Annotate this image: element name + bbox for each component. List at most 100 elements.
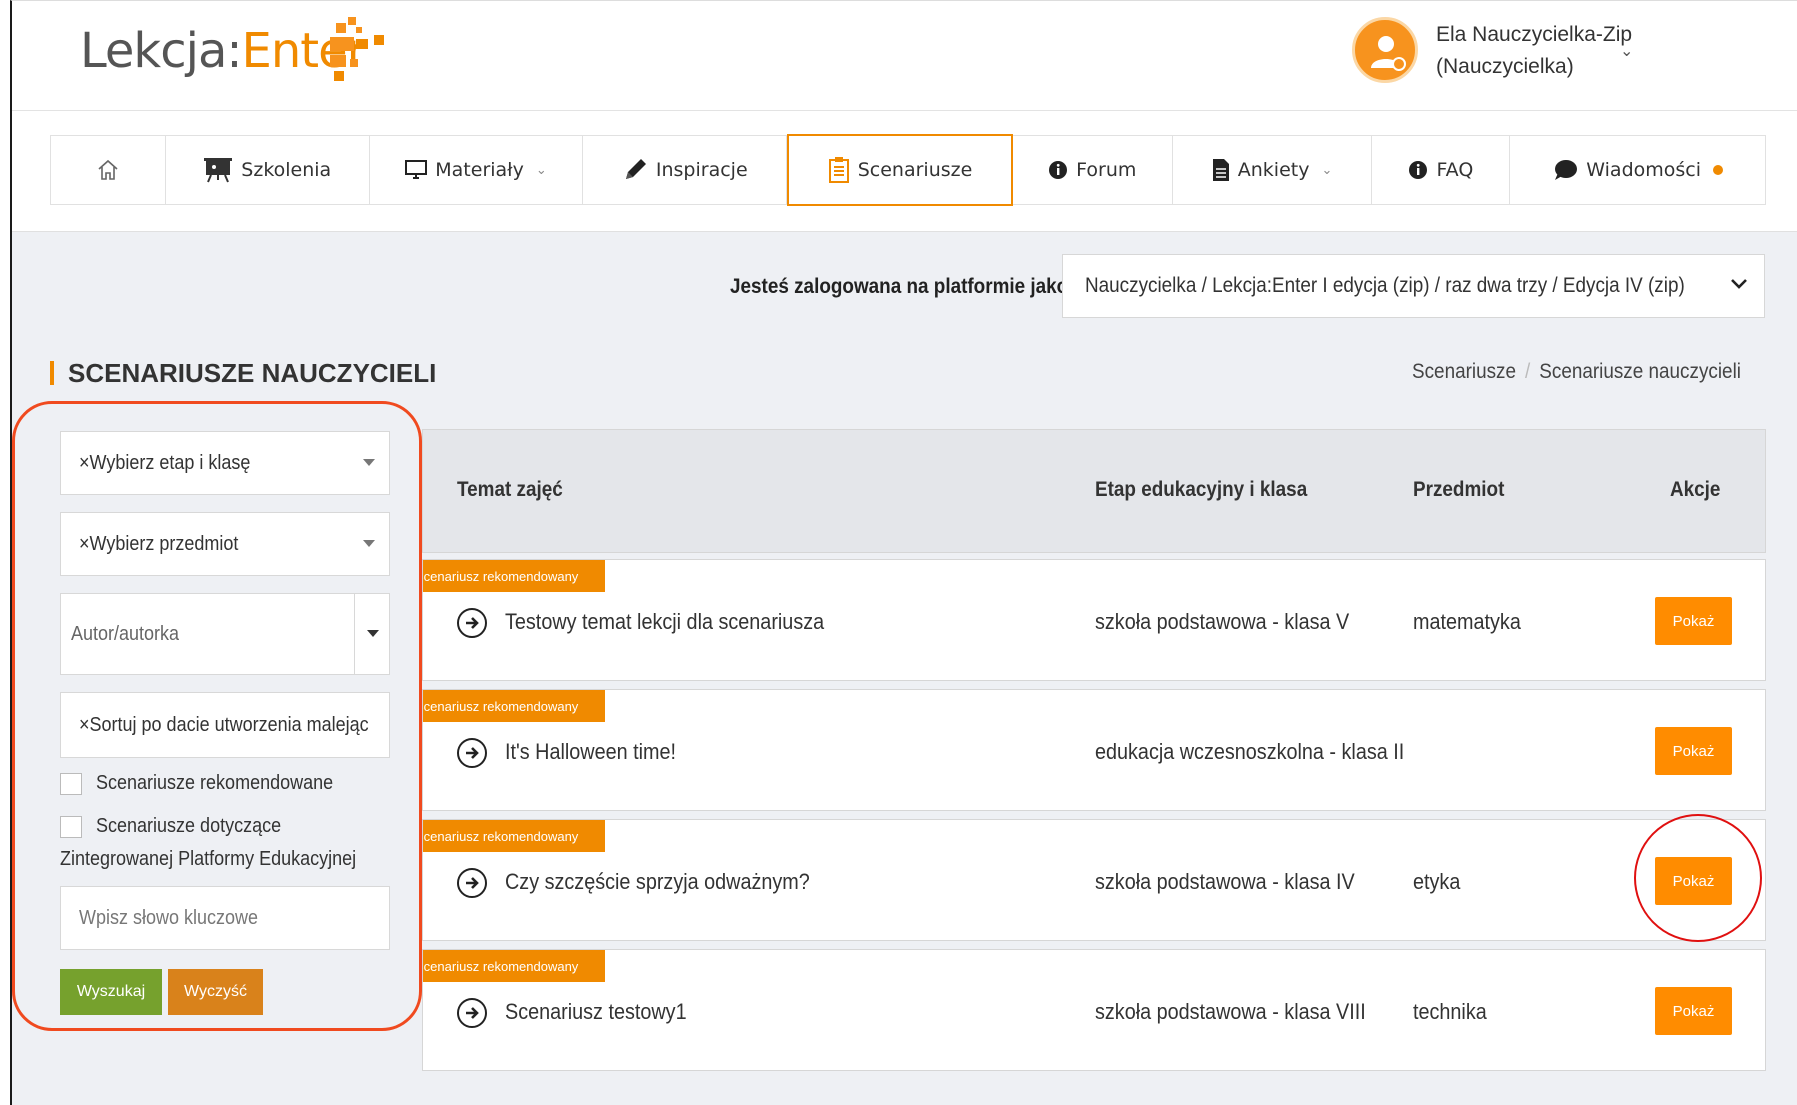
user-role: (Nauczycielka) <box>1436 55 1574 78</box>
breadcrumb-separator: / <box>1525 360 1531 383</box>
user-avatar[interactable] <box>1352 17 1418 83</box>
notification-dot <box>1713 165 1724 175</box>
logo-pixel-mark-icon <box>330 17 384 81</box>
row-subject: matematyka <box>1413 609 1521 634</box>
checkbox-box[interactable] <box>60 772 82 795</box>
checkbox-label: Scenariusze dotyczące <box>96 815 282 838</box>
sort-select[interactable]: ×Sortuj po dacie utworzenia malejąc <box>60 692 390 758</box>
nav-label: FAQ <box>1436 159 1474 181</box>
arrow-right-circle-icon[interactable] <box>457 998 487 1028</box>
stage-class-select-value: ×Wybierz etap i klasę <box>79 451 251 474</box>
dropdown-arrow-icon[interactable] <box>367 630 379 637</box>
column-header-topic: Temat zajęć <box>457 478 563 501</box>
table-row: Scenariusz rekomendowany It's Halloween … <box>422 689 1766 811</box>
stage-class-select[interactable]: ×Wybierz etap i klasę <box>60 431 390 495</box>
show-button[interactable]: Pokaż <box>1655 727 1732 775</box>
row-topic: Testowy temat lekcji dla scenariusza <box>505 609 825 634</box>
chevron-down-icon <box>1730 273 1748 296</box>
home-icon <box>98 159 118 180</box>
page-title: SCENARIUSZE NAUCZYCIELI <box>68 358 437 388</box>
browser-viewport: Lekcja:Enter Ela Nauczycielka-Zip (Naucz… <box>10 0 1797 1105</box>
recommended-badge: Scenariusz rekomendowany <box>423 950 605 982</box>
subject-select[interactable]: ×Wybierz przedmiot <box>60 512 390 576</box>
chevron-down-icon[interactable]: ⌄ <box>1620 41 1633 61</box>
breadcrumb-item-current: Scenariusze nauczycieli <box>1539 360 1741 383</box>
recommended-badge: Scenariusz rekomendowany <box>423 820 605 852</box>
row-stage: szkoła podstawowa - klasa V <box>1095 609 1350 634</box>
checkbox-label: Scenariusze rekomendowane <box>96 772 334 795</box>
recommended-badge: Scenariusz rekomendowany <box>423 560 605 592</box>
show-button[interactable]: Pokaż <box>1655 987 1732 1035</box>
arrow-right-circle-icon[interactable] <box>457 608 487 638</box>
chat-bubble-icon <box>1555 160 1578 180</box>
show-button[interactable]: Pokaż <box>1655 857 1732 905</box>
checkbox-recommended[interactable]: Scenariusze rekomendowane <box>60 772 360 795</box>
clear-button[interactable]: Wyczyść <box>168 969 263 1015</box>
breadcrumb: Scenariusze / Scenariusze nauczycieli <box>1412 360 1741 384</box>
nav-wiadomosci[interactable]: Wiadomości <box>1510 136 1765 204</box>
row-topic: Czy szczęście sprzyja odważnym? <box>505 869 810 894</box>
nav-label: Ankiety <box>1237 159 1310 181</box>
arrow-right-circle-icon[interactable] <box>457 738 487 768</box>
checkbox-zpe[interactable]: Scenariusze dotyczące <box>60 815 302 838</box>
table-row: Scenariusz rekomendowany Scenariusz test… <box>422 949 1766 1071</box>
site-logo[interactable]: Lekcja:Enter <box>80 23 366 79</box>
nav-scenariusze[interactable]: Scenariusze <box>787 134 1013 206</box>
row-stage: szkoła podstawowa - klasa VIII <box>1095 999 1366 1024</box>
section-accent-bar <box>50 361 54 385</box>
arrow-right-circle-icon[interactable] <box>457 868 487 898</box>
breadcrumb-item-scenariusze[interactable]: Scenariusze <box>1412 360 1516 383</box>
user-name: Ela Nauczycielka-Zip <box>1436 23 1633 46</box>
subject-select-value: ×Wybierz przedmiot <box>79 532 239 555</box>
dropdown-arrow-icon <box>363 540 375 547</box>
nav-label: Materiały <box>435 159 524 181</box>
logo-text-part1: Lekcja: <box>80 23 243 79</box>
nav-szkolenia[interactable]: Szkolenia <box>166 136 370 204</box>
row-topic: It's Halloween time! <box>505 739 677 764</box>
keyword-placeholder: Wpisz słowo kluczowe <box>79 906 259 929</box>
nav-label: Inspiracje <box>655 159 748 181</box>
document-icon <box>1212 159 1229 181</box>
author-placeholder: Autor/autorka <box>71 622 180 645</box>
nav-faq[interactable]: FAQ <box>1372 136 1511 204</box>
nav-label: Forum <box>1076 159 1137 181</box>
search-button[interactable]: Wyszukaj <box>60 969 162 1015</box>
row-stage: edukacja wczesnoszkolna - klasa II <box>1095 739 1405 764</box>
platform-role-label: Jesteś zalogowana na platformie jako: <box>730 275 1075 298</box>
nav-inspiracje[interactable]: Inspiracje <box>583 136 788 204</box>
row-subject: etyka <box>1413 869 1461 894</box>
info-icon <box>1049 161 1068 179</box>
platform-role-value: Nauczycielka / Lekcja:Enter I edycja (zi… <box>1085 274 1685 297</box>
main-navigation: Szkolenia Materiały ⌄ Inspiracje Scenari… <box>50 134 1766 206</box>
chevron-down-icon: ⌄ <box>1321 162 1333 178</box>
checkbox-label-line2: Zintegrowanej Platformy Edukacyjnej <box>60 848 357 870</box>
info-icon <box>1409 161 1428 179</box>
presentation-board-icon <box>204 158 233 183</box>
dropdown-arrow-icon <box>363 459 375 466</box>
recommended-badge: Scenariusz rekomendowany <box>423 690 605 722</box>
nav-label: Scenariusze <box>857 159 973 181</box>
nav-forum[interactable]: Forum <box>1013 136 1173 204</box>
table-header: Temat zajęć Etap edukacyjny i klasa Prze… <box>422 429 1766 553</box>
table-row: Scenariusz rekomendowany Czy szczęście s… <box>422 819 1766 941</box>
author-combobox[interactable]: Autor/autorka <box>60 593 390 675</box>
monitor-icon <box>405 160 428 179</box>
column-header-actions: Akcje <box>1670 478 1721 501</box>
pencil-icon <box>625 159 646 179</box>
row-subject: technika <box>1413 999 1487 1024</box>
user-avatar-icon <box>1371 36 1406 71</box>
nav-materialy[interactable]: Materiały ⌄ <box>370 136 584 204</box>
clipboard-icon <box>828 157 849 183</box>
top-header: Lekcja:Enter Ela Nauczycielka-Zip (Naucz… <box>12 1 1797 111</box>
row-stage: szkoła podstawowa - klasa IV <box>1095 869 1355 894</box>
combobox-divider <box>354 594 355 674</box>
nav-label: Szkolenia <box>241 159 332 181</box>
chevron-down-icon: ⌄ <box>535 162 547 178</box>
checkbox-box[interactable] <box>60 815 82 838</box>
keyword-input[interactable]: Wpisz słowo kluczowe <box>60 886 390 950</box>
platform-role-select[interactable]: Nauczycielka / Lekcja:Enter I edycja (zi… <box>1062 254 1765 318</box>
nav-home[interactable] <box>51 136 166 204</box>
nav-ankiety[interactable]: Ankiety ⌄ <box>1173 136 1373 204</box>
column-header-subject: Przedmiot <box>1413 478 1505 501</box>
show-button[interactable]: Pokaż <box>1655 597 1732 645</box>
